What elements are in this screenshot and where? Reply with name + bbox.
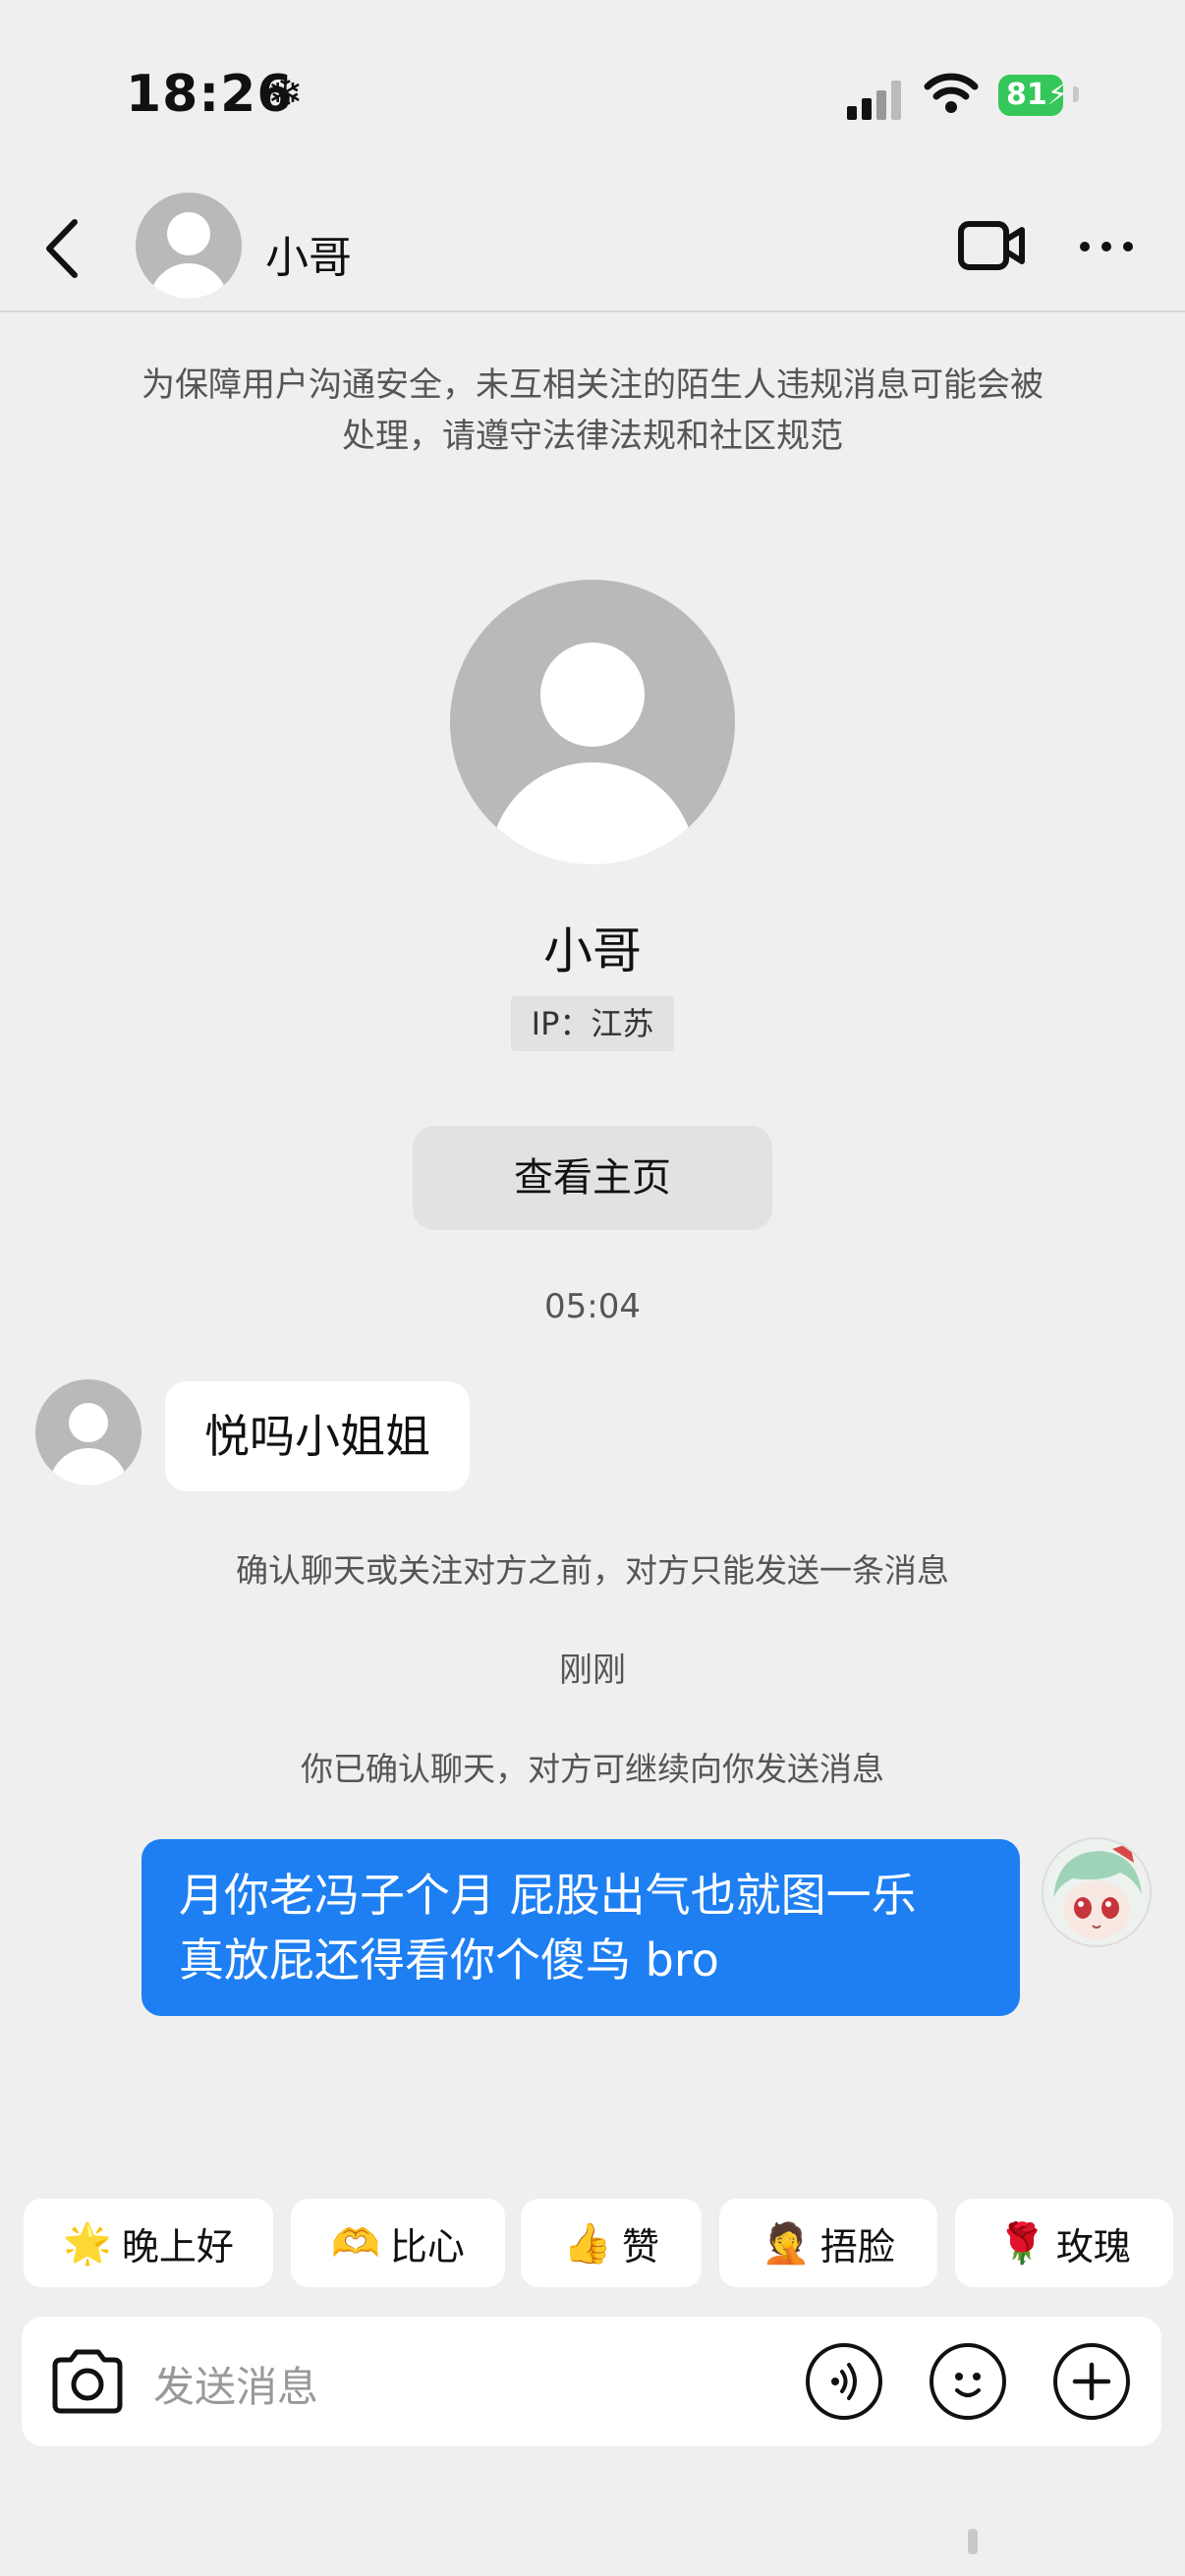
view-homepage-button[interactable]: 查看主页 (413, 1126, 772, 1230)
quick-reply-label: 赞 (621, 2224, 659, 2268)
quick-reply-label: 玫瑰 (1055, 2224, 1131, 2268)
home-indicator (968, 2529, 978, 2554)
sender-avatar[interactable] (35, 1379, 141, 1485)
quick-reply-chip[interactable]: 👍 赞 (521, 2199, 702, 2287)
system-message: 确认聊天或关注对方之前，对方只能发送一条消息 (236, 1551, 949, 1590)
outgoing-message[interactable]: 月你老冯子个月 屁股出气也就图一乐 真放屁还得看你个傻鸟 bro (141, 1839, 1020, 2016)
quick-reply-chip[interactable]: 🌟 晚上好 (24, 2199, 273, 2287)
plus-icon[interactable] (1053, 2343, 1130, 2420)
outgoing-message-line: 月你老冯子个月 屁股出气也就图一乐 (179, 1869, 917, 1922)
quick-reply-chip[interactable]: 🫶 比心 (291, 2199, 505, 2287)
thumbs-up-icon: 👍 (563, 2220, 612, 2267)
camera-icon[interactable] (49, 2344, 126, 2419)
ip-location-badge: IP：江苏 (511, 996, 674, 1051)
voice-icon[interactable] (806, 2343, 882, 2420)
outgoing-message-line: 真放屁还得看你个傻鸟 bro (179, 1933, 719, 1987)
header-avatar[interactable] (136, 193, 242, 299)
emoji-icon[interactable] (930, 2343, 1006, 2420)
rose-icon: 🌹 (997, 2220, 1046, 2267)
message-timestamp: 05:04 (544, 1287, 641, 1326)
message-input[interactable]: 发送消息 (153, 2354, 318, 2414)
quick-reply-label: 比心 (389, 2224, 465, 2268)
wifi-icon (924, 73, 979, 113)
incoming-message[interactable]: 悦吗小姐姐 (165, 1381, 470, 1491)
star-icon: 🌟 (63, 2220, 112, 2267)
heart-hands-icon: 🫶 (331, 2220, 380, 2267)
video-camera-icon[interactable] (957, 218, 1028, 273)
safety-notice: 为保障用户沟通安全，未互相关注的陌生人违规消息可能会被处理，请遵守法律法规和社区… (141, 365, 1044, 456)
header-divider (0, 310, 1185, 312)
my-avatar[interactable] (1042, 1837, 1152, 1947)
anime-avatar-image (1053, 1843, 1142, 1939)
battery-tip (1073, 86, 1079, 102)
system-message: 你已确认聊天，对方可继续向你发送消息 (301, 1750, 884, 1788)
quick-reply-label: 晚上好 (121, 2224, 234, 2268)
quick-reply-label: 捂脸 (819, 2224, 895, 2268)
quick-reply-chip[interactable]: 🌹 玫瑰 (955, 2199, 1173, 2287)
header-name[interactable]: 小哥 (265, 222, 352, 285)
more-icon[interactable] (1077, 232, 1136, 261)
battery-indicator: 81⚡ (998, 75, 1068, 116)
chevron-left-icon[interactable] (39, 216, 88, 281)
profile-name: 小哥 (543, 923, 642, 980)
snowflake-icon: ❄ (267, 69, 304, 119)
quick-reply-chip[interactable]: 🤦 捂脸 (719, 2199, 937, 2287)
cellular-signal-icon (847, 77, 902, 120)
facepalm-icon: 🤦 (762, 2220, 811, 2267)
profile-avatar[interactable] (450, 580, 735, 865)
message-timestamp: 刚刚 (559, 1651, 626, 1690)
